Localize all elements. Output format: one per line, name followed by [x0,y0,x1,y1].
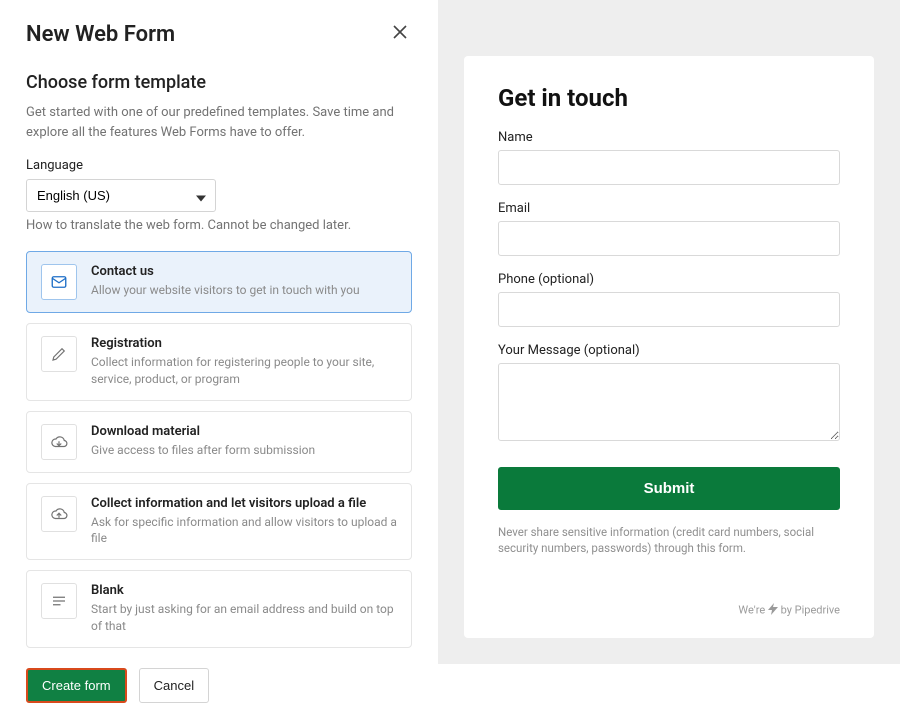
cancel-button[interactable]: Cancel [139,668,209,703]
message-label: Your Message (optional) [498,343,840,358]
language-label: Language [26,158,412,173]
template-option-upload[interactable]: Collect information and let visitors upl… [26,483,412,561]
template-chooser-panel: New Web Form Choose form template Get st… [0,0,438,664]
template-option-contact-us[interactable]: Contact us Allow your website visitors t… [26,251,412,313]
message-textarea[interactable] [498,363,840,441]
template-list: Contact us Allow your website visitors t… [26,251,412,648]
template-title: Contact us [91,264,397,279]
template-option-download[interactable]: Download material Give access to files a… [26,411,412,473]
template-desc: Start by just asking for an email addres… [91,601,397,635]
close-button[interactable] [388,20,412,48]
name-input[interactable] [498,150,840,185]
template-desc: Ask for specific information and allow v… [91,514,397,548]
section-description: Get started with one of our predefined t… [26,103,412,142]
phone-input[interactable] [498,292,840,327]
preview-panel: Get in touch Name Email Phone (optional)… [438,0,900,664]
template-title: Blank [91,583,397,598]
email-input[interactable] [498,221,840,256]
cloud-download-icon [41,424,77,460]
template-option-registration[interactable]: Registration Collect information for reg… [26,323,412,401]
submit-button[interactable]: Submit [498,467,840,510]
preview-title: Get in touch [498,84,840,112]
template-title: Collect information and let visitors upl… [91,496,397,511]
template-title: Download material [91,424,397,439]
lines-icon [41,583,77,619]
bolt-icon [768,603,778,618]
phone-label: Phone (optional) [498,272,840,287]
template-title: Registration [91,336,397,351]
form-preview-card: Get in touch Name Email Phone (optional)… [464,56,874,638]
mail-icon [41,264,77,300]
close-icon [392,24,408,40]
template-desc: Collect information for registering peop… [91,354,397,388]
footer-prefix: We're [738,603,767,616]
footer-suffix: by Pipedrive [781,603,840,616]
create-form-button[interactable]: Create form [26,668,127,703]
language-select[interactable] [26,179,216,212]
preview-footer: We're by Pipedrive [498,603,840,618]
template-option-blank[interactable]: Blank Start by just asking for an email … [26,570,412,648]
email-label: Email [498,201,840,216]
name-label: Name [498,130,840,145]
language-hint: How to translate the web form. Cannot be… [26,218,412,233]
template-desc: Give access to files after form submissi… [91,442,397,459]
dialog-title: New Web Form [26,22,175,47]
pencil-icon [41,336,77,372]
disclaimer-text: Never share sensitive information (credi… [498,524,840,556]
template-desc: Allow your website visitors to get in to… [91,282,397,299]
cloud-upload-icon [41,496,77,532]
section-title: Choose form template [26,72,412,93]
